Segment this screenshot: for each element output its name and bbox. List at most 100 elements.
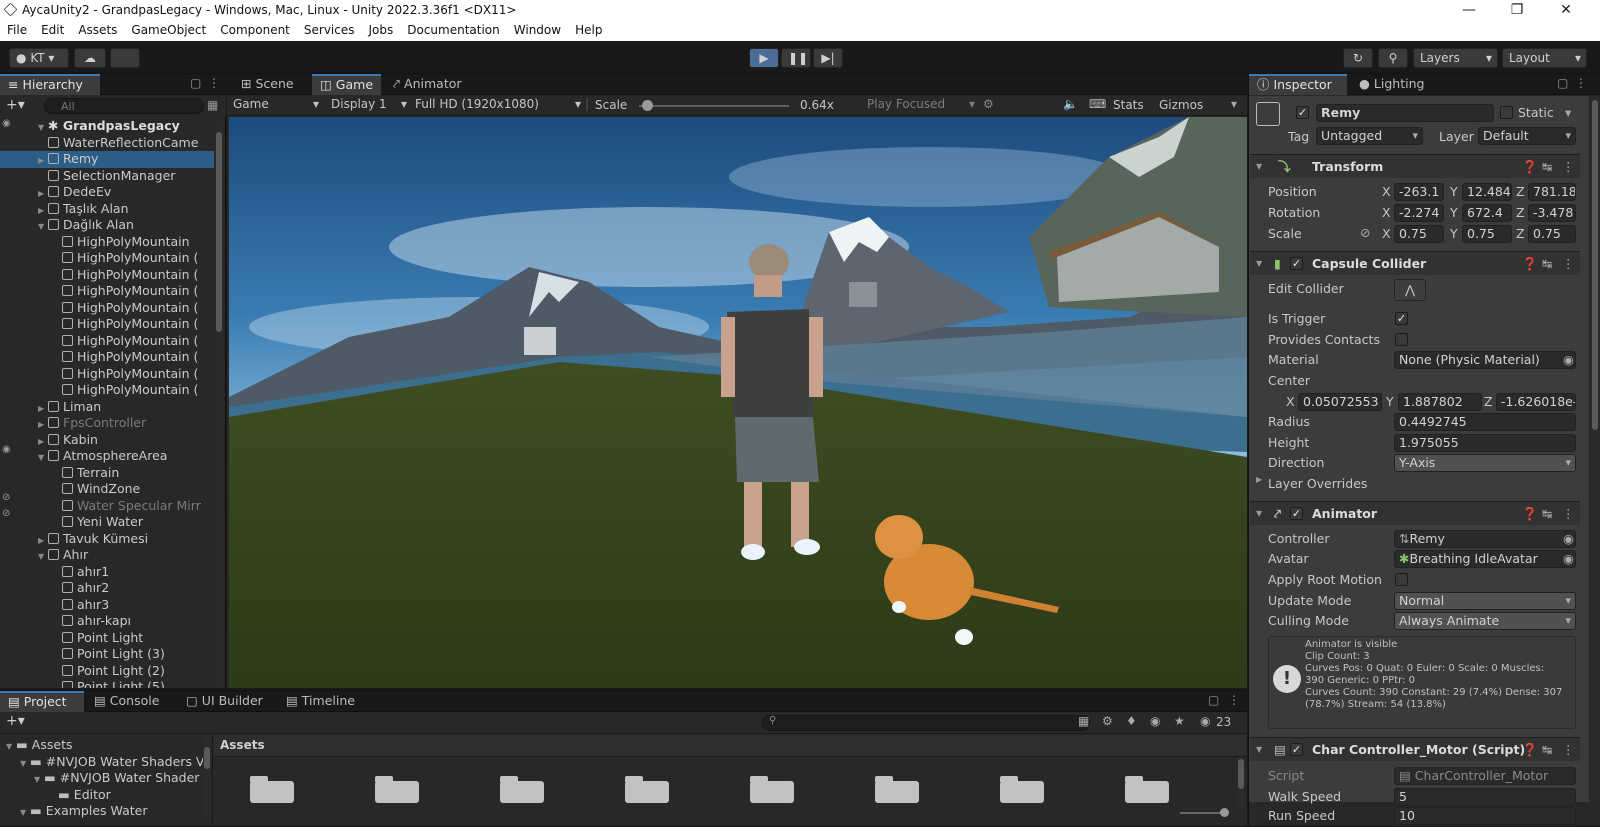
rotation-z-field[interactable]: -3.478 [1528, 204, 1576, 222]
menu-gameobject[interactable]: GameObject [124, 20, 213, 41]
static-checkbox[interactable] [1500, 106, 1513, 119]
hierarchy-item[interactable]: ▶ FpsController [0, 415, 214, 432]
gizmos-button[interactable]: Gizmos [1159, 98, 1203, 112]
project-tree-scrollbar[interactable] [203, 735, 211, 815]
height-field[interactable]: 1.975055 [1394, 434, 1576, 452]
preset-icon[interactable]: ↹ [1542, 738, 1552, 761]
hierarchy-item[interactable]: HighPolyMountain [0, 234, 214, 251]
project-scroll-thumb[interactable] [1238, 759, 1244, 789]
folder-icon[interactable] [1000, 776, 1044, 803]
tab-scene[interactable]: ⊞ Scene [233, 74, 302, 95]
hierarchy-item[interactable]: HighPolyMountain ( [0, 250, 214, 267]
expand-arrow-icon[interactable]: ▶ [38, 153, 48, 168]
game-viewport[interactable] [229, 117, 1247, 688]
is-trigger-checkbox[interactable]: ✓ [1395, 312, 1408, 325]
hierarchy-item[interactable]: HighPolyMountain ( [0, 316, 214, 333]
project-tree-item[interactable]: ▬ Editor [0, 787, 212, 804]
animator-header[interactable]: ▼ ⤤ ✓ Animator ❓ ↹ ⋮ [1250, 501, 1580, 525]
hidden-eye-icon[interactable]: ⊘ [2, 508, 10, 519]
search-filter-icon[interactable]: ▦ [1078, 714, 1089, 728]
mute-audio-icon[interactable]: 🔈 [1063, 97, 1078, 111]
center-y-field[interactable]: 1.887802 [1398, 393, 1482, 411]
tab-hierarchy[interactable]: ≡ Hierarchy [0, 74, 100, 95]
expand-arrow-icon[interactable]: ▼ [38, 549, 48, 564]
scale-x-field[interactable]: 0.75 [1394, 225, 1444, 243]
scale-y-field[interactable]: 0.75 [1462, 225, 1512, 243]
close-button[interactable]: ✕ [1543, 0, 1589, 20]
animator-enabled-checkbox[interactable]: ✓ [1290, 507, 1303, 520]
search-button[interactable]: ⚲ [1378, 48, 1408, 68]
project-tree-item[interactable]: ▼ ▬ Assets [0, 737, 212, 754]
hierarchy-item[interactable]: HighPolyMountain ( [0, 300, 214, 317]
project-search-input[interactable]: ⚲ [762, 715, 1090, 731]
lock-icon[interactable]: ▢ [1557, 76, 1568, 90]
layers-dropdown[interactable]: Layers ▾ [1413, 48, 1498, 68]
menu-assets[interactable]: Assets [71, 20, 124, 41]
script-enabled-checkbox[interactable]: ✓ [1290, 743, 1303, 756]
inspector-scroll-thumb[interactable] [1592, 100, 1598, 430]
radius-field[interactable]: 0.4492745 [1394, 413, 1576, 431]
run-speed-field[interactable]: 10 [1394, 807, 1576, 825]
rotation-x-field[interactable]: -2.274 [1394, 204, 1444, 222]
tab-timeline[interactable]: ▤ Timeline [278, 691, 363, 712]
pause-button[interactable]: ❚❚ [781, 48, 811, 68]
hierarchy-item[interactable]: ▶ Remy [0, 151, 214, 168]
tag-dropdown[interactable]: Untagged [1316, 127, 1423, 145]
favorite-icon[interactable]: ★ [1174, 714, 1185, 728]
expand-arrow-icon[interactable]: ▼ [1256, 155, 1262, 178]
culling-mode-dropdown[interactable]: Always Animate [1394, 612, 1576, 630]
hierarchy-item[interactable]: Point Light (2) [0, 663, 214, 680]
folder-icon[interactable] [875, 776, 919, 803]
hierarchy-item[interactable]: ▶ DedeEv [0, 184, 214, 201]
menu-help[interactable]: Help [568, 20, 609, 41]
hierarchy-item[interactable]: ▼ AtmosphereArea [0, 448, 214, 465]
object-picker-icon[interactable]: ◉ [1563, 551, 1574, 566]
component-menu-icon[interactable]: ⋮ [1562, 738, 1575, 761]
tab-ui-builder[interactable]: ▢ UI Builder [178, 691, 271, 712]
hierarchy-item[interactable]: ▶ Kabin [0, 432, 214, 449]
expand-arrow-icon[interactable]: ▼ [38, 120, 48, 135]
add-icon[interactable]: +▾ [6, 97, 25, 113]
apply-root-motion-checkbox[interactable] [1395, 573, 1408, 586]
controller-field[interactable]: ⇅Remy [1394, 530, 1576, 548]
preset-icon[interactable]: ↹ [1542, 252, 1552, 275]
hierarchy-item[interactable]: ▶ Tavuk Kümesi [0, 531, 214, 548]
menu-edit[interactable]: Edit [34, 20, 71, 41]
direction-dropdown[interactable]: Y-Axis [1394, 454, 1576, 472]
folder-icon[interactable] [1125, 776, 1169, 803]
avatar-field[interactable]: ✱Breathing IdleAvatar [1394, 550, 1576, 568]
expand-arrow-icon[interactable]: ▶ [38, 186, 48, 201]
tab-game[interactable]: ◫ Game [312, 74, 382, 95]
stats-button[interactable]: Stats [1113, 98, 1144, 112]
menu-documentation[interactable]: Documentation [400, 20, 507, 41]
hierarchy-item[interactable]: SelectionManager [0, 168, 214, 185]
project-tree-scroll-thumb[interactable] [204, 747, 210, 769]
hierarchy-item[interactable]: ahır1 [0, 564, 214, 581]
hierarchy-item[interactable]: HighPolyMountain ( [0, 333, 214, 350]
expand-arrow-icon[interactable]: ▶ [38, 533, 48, 548]
menu-jobs[interactable]: Jobs [362, 20, 401, 41]
char-controller-header[interactable]: ▼ ▤ ✓ Char Controller_Motor (Script) ❓ ↹… [1250, 737, 1580, 761]
preset-icon[interactable]: ↹ [1542, 155, 1552, 178]
project-tree-item[interactable]: ▼ ▬ #NVJOB Water Shaders V [0, 754, 212, 771]
expand-arrow-icon[interactable]: ▼ [1256, 738, 1262, 761]
lock-icon[interactable]: ▢ [190, 76, 201, 90]
log-filter-icon[interactable]: ◉ [1150, 714, 1160, 728]
minimize-button[interactable]: — [1446, 0, 1492, 20]
hierarchy-item[interactable]: HighPolyMountain ( [0, 382, 214, 399]
scale-slider[interactable] [639, 100, 789, 111]
maximize-button[interactable]: ❐ [1494, 0, 1540, 20]
update-mode-dropdown[interactable]: Normal [1394, 592, 1576, 610]
filter-icon[interactable]: ▦ [207, 98, 218, 112]
expand-arrow-icon[interactable]: ▼ [1256, 252, 1262, 275]
layer-dropdown[interactable]: Default [1478, 127, 1576, 145]
project-scrollbar[interactable] [1237, 757, 1245, 813]
hierarchy-item[interactable]: HighPolyMountain ( [0, 267, 214, 284]
hierarchy-item[interactable]: ▼ Dağlık Alan [0, 217, 214, 234]
rotation-y-field[interactable]: 672.4 [1462, 204, 1512, 222]
expand-arrow-icon[interactable]: ▼ [38, 219, 48, 234]
help-icon[interactable]: ❓ [1522, 252, 1538, 275]
icon-size-slider-knob[interactable] [1220, 808, 1229, 817]
object-picker-icon[interactable]: ◉ [1563, 352, 1574, 367]
hierarchy-item[interactable]: ahır-kapı [0, 613, 214, 630]
